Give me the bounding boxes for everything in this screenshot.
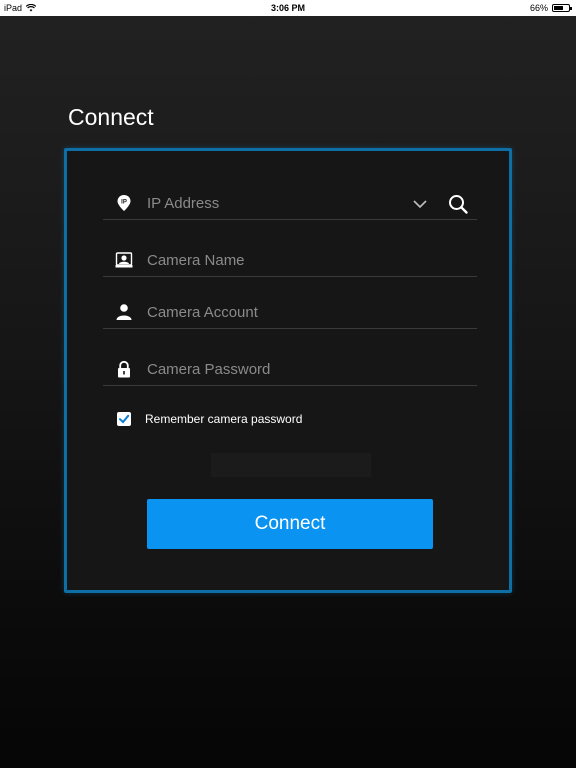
camera-icon xyxy=(115,252,133,268)
camera-account-input[interactable] xyxy=(147,300,397,324)
camera-name-field xyxy=(103,246,477,277)
connect-button[interactable]: Connect xyxy=(147,499,433,549)
remember-password-row[interactable]: Remember camera password xyxy=(117,412,302,426)
connect-panel: IP IP Address Camera Name Camera Account… xyxy=(64,148,512,593)
status-time: 3:06 PM xyxy=(270,3,305,13)
page-title: Connect xyxy=(68,104,154,130)
ip-address-input[interactable] xyxy=(147,191,397,215)
lock-icon xyxy=(118,360,130,378)
remember-checkbox[interactable] xyxy=(117,412,131,426)
battery-icon xyxy=(552,4,572,12)
status-bar: iPad 3:06 PM 66% xyxy=(0,0,576,16)
camera-password-input[interactable] xyxy=(147,357,397,381)
status-right: 66% xyxy=(529,3,572,13)
ip-address-field: IP xyxy=(103,189,477,220)
user-icon xyxy=(116,304,132,320)
camera-name-input[interactable] xyxy=(147,248,397,272)
ip-pin-icon: IP xyxy=(117,195,131,211)
checkmark-icon xyxy=(119,414,130,424)
battery-percent: 66% xyxy=(529,3,548,13)
camera-account-field xyxy=(103,298,477,329)
remember-label: Remember camera password xyxy=(145,412,303,426)
search-icon[interactable] xyxy=(447,193,469,215)
battery-fill xyxy=(554,6,564,10)
chevron-down-icon[interactable] xyxy=(411,195,429,213)
camera-password-field xyxy=(103,355,477,386)
faint-divider xyxy=(211,453,371,477)
svg-text:IP: IP xyxy=(121,200,127,206)
